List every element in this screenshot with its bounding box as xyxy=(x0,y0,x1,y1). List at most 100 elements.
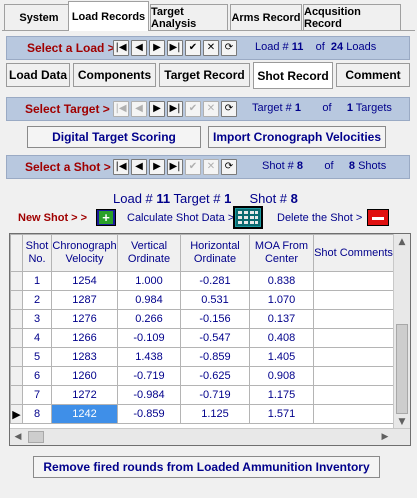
scroll-left-icon[interactable]: ◀ xyxy=(10,429,26,445)
table-cell[interactable]: -0.281 xyxy=(180,271,250,291)
table-cell[interactable]: 1272 xyxy=(51,385,118,405)
row-selector[interactable] xyxy=(10,385,23,405)
shot-save-check-icon[interactable]: ✔ xyxy=(185,159,201,175)
table-cell[interactable]: -0.859 xyxy=(180,347,250,367)
table-cell[interactable] xyxy=(313,366,394,386)
table-cell[interactable] xyxy=(313,347,394,367)
table-cell[interactable]: 5 xyxy=(22,347,52,367)
tab-comment[interactable]: Comment xyxy=(336,63,410,87)
table-row[interactable]: 2 1287 0.984 0.531 1.070 xyxy=(10,290,394,310)
table-cell[interactable]: -0.547 xyxy=(180,328,250,348)
col-shot-comments[interactable]: Shot Comments xyxy=(313,234,394,272)
table-cell[interactable]: 2 xyxy=(22,290,52,310)
table-cell[interactable]: 0.137 xyxy=(249,309,314,329)
col-shot-no[interactable]: Shot No. xyxy=(22,234,52,272)
table-cell[interactable]: 1260 xyxy=(51,366,118,386)
table-cell[interactable]: 1276 xyxy=(51,309,118,329)
table-cell[interactable]: 1.125 xyxy=(180,404,250,424)
col-moa-from-center[interactable]: MOA From Center xyxy=(249,234,314,272)
table-cell[interactable]: -0.625 xyxy=(180,366,250,386)
table-cell[interactable]: 1254 xyxy=(51,271,118,291)
last-record-icon[interactable]: ▶| xyxy=(167,40,183,56)
vertical-scrollbar[interactable]: ▲ ▼ xyxy=(393,234,410,430)
row-selector[interactable] xyxy=(10,366,23,386)
target-refresh-icon[interactable]: ⟳ xyxy=(221,101,237,117)
table-cell[interactable]: -0.156 xyxy=(180,309,250,329)
last-target-icon[interactable]: ▶| xyxy=(167,101,183,117)
table-row[interactable]: 5 1283 1.438 -0.859 1.405 xyxy=(10,347,394,367)
table-cell[interactable]: 1242 xyxy=(51,404,118,424)
tab-target-analysis[interactable]: Target Analysis xyxy=(150,4,228,30)
table-cell[interactable] xyxy=(313,290,394,310)
table-cell[interactable]: 1.571 xyxy=(249,404,314,424)
table-cell[interactable]: 1.070 xyxy=(249,290,314,310)
import-velocities-button[interactable]: Import Cronograph Velocities xyxy=(208,126,386,148)
table-row[interactable]: 6 1260 -0.719 -0.625 0.908 xyxy=(10,366,394,386)
previous-record-icon[interactable]: ◀ xyxy=(131,40,147,56)
col-horizontal-ordinate[interactable]: Horizontal Ordinate xyxy=(180,234,250,272)
tab-load-data[interactable]: Load Data xyxy=(6,63,70,87)
tab-target-record[interactable]: Target Record xyxy=(159,63,250,87)
target-save-check-icon[interactable]: ✔ xyxy=(185,101,201,117)
next-shot-icon[interactable]: ▶ xyxy=(149,159,165,175)
table-row[interactable]: ▶ 8 1242 -0.859 1.125 1.571 xyxy=(10,404,394,424)
table-cell[interactable]: -0.719 xyxy=(180,385,250,405)
current-row-indicator[interactable]: ▶ xyxy=(10,404,23,424)
last-shot-icon[interactable]: ▶| xyxy=(167,159,183,175)
scroll-right-icon[interactable]: ▶ xyxy=(377,429,393,445)
row-selector[interactable] xyxy=(10,309,23,329)
shot-refresh-icon[interactable]: ⟳ xyxy=(221,159,237,175)
table-row[interactable]: 4 1266 -0.109 -0.547 0.408 xyxy=(10,328,394,348)
row-selector[interactable] xyxy=(10,347,23,367)
table-cell[interactable]: 7 xyxy=(22,385,52,405)
table-cell[interactable]: -0.984 xyxy=(117,385,181,405)
vertical-scroll-thumb[interactable] xyxy=(396,324,408,414)
row-selector[interactable] xyxy=(10,328,23,348)
table-cell[interactable]: 0.408 xyxy=(249,328,314,348)
table-cell[interactable]: 1283 xyxy=(51,347,118,367)
tab-arms-record[interactable]: Arms Record xyxy=(230,4,302,30)
horizontal-scroll-thumb[interactable] xyxy=(28,431,44,443)
table-cell[interactable]: 0.984 xyxy=(117,290,181,310)
table-cell[interactable]: 0.266 xyxy=(117,309,181,329)
scroll-up-icon[interactable]: ▲ xyxy=(394,234,410,250)
table-cell[interactable]: 1287 xyxy=(51,290,118,310)
table-cell[interactable] xyxy=(313,271,394,291)
table-cell[interactable]: 0.908 xyxy=(249,366,314,386)
table-cell[interactable]: 6 xyxy=(22,366,52,386)
table-row[interactable]: 1 1254 1.000 -0.281 0.838 xyxy=(10,271,394,291)
remove-fired-rounds-button[interactable]: Remove fired rounds from Loaded Ammuniti… xyxy=(33,456,380,478)
table-cell[interactable]: 1.000 xyxy=(117,271,181,291)
previous-target-icon[interactable]: ◀ xyxy=(131,101,147,117)
tab-system[interactable]: System xyxy=(4,4,74,30)
first-shot-icon[interactable]: |◀ xyxy=(113,159,129,175)
shot-cancel-x-icon[interactable]: ✕ xyxy=(203,159,219,175)
table-cell[interactable] xyxy=(313,328,394,348)
table-row[interactable]: 7 1272 -0.984 -0.719 1.175 xyxy=(10,385,394,405)
table-cell[interactable]: 1.175 xyxy=(249,385,314,405)
tab-shot-record[interactable]: Shot Record xyxy=(253,62,333,89)
table-cell[interactable] xyxy=(313,404,394,424)
table-cell[interactable] xyxy=(313,385,394,405)
table-cell[interactable]: 1 xyxy=(22,271,52,291)
first-record-icon[interactable]: |◀ xyxy=(113,40,129,56)
table-cell[interactable]: 0.531 xyxy=(180,290,250,310)
cancel-x-icon[interactable]: ✕ xyxy=(203,40,219,56)
table-cell[interactable]: 1.405 xyxy=(249,347,314,367)
previous-shot-icon[interactable]: ◀ xyxy=(131,159,147,175)
calculator-button[interactable] xyxy=(233,206,263,229)
target-cancel-x-icon[interactable]: ✕ xyxy=(203,101,219,117)
table-row[interactable]: 3 1276 0.266 -0.156 0.137 xyxy=(10,309,394,329)
table-cell[interactable] xyxy=(313,309,394,329)
table-cell[interactable]: -0.109 xyxy=(117,328,181,348)
refresh-icon[interactable]: ⟳ xyxy=(221,40,237,56)
col-vertical-ordinate[interactable]: Vertical Ordinate xyxy=(117,234,181,272)
table-cell[interactable]: -0.859 xyxy=(117,404,181,424)
table-cell[interactable]: -0.719 xyxy=(117,366,181,386)
next-record-icon[interactable]: ▶ xyxy=(149,40,165,56)
tab-load-records[interactable]: Load Records xyxy=(68,1,149,31)
row-selector[interactable] xyxy=(10,290,23,310)
next-target-icon[interactable]: ▶ xyxy=(149,101,165,117)
digital-target-scoring-button[interactable]: Digital Target Scoring xyxy=(27,126,201,148)
delete-shot-button[interactable] xyxy=(367,209,389,226)
